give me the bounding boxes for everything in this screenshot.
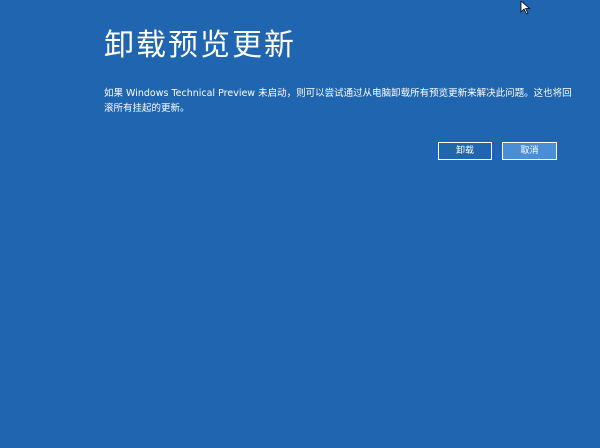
page-description: 如果 Windows Technical Preview 未启动，则可以尝试通过… (104, 88, 572, 114)
uninstall-button[interactable]: 卸载 (438, 142, 492, 160)
mouse-pointer-icon (520, 0, 532, 15)
page-title: 卸载预览更新 (104, 28, 296, 63)
cancel-button[interactable]: 取消 (502, 142, 557, 160)
uninstall-preview-updates-screen: 卸载预览更新 如果 Windows Technical Preview 未启动，… (0, 0, 600, 448)
